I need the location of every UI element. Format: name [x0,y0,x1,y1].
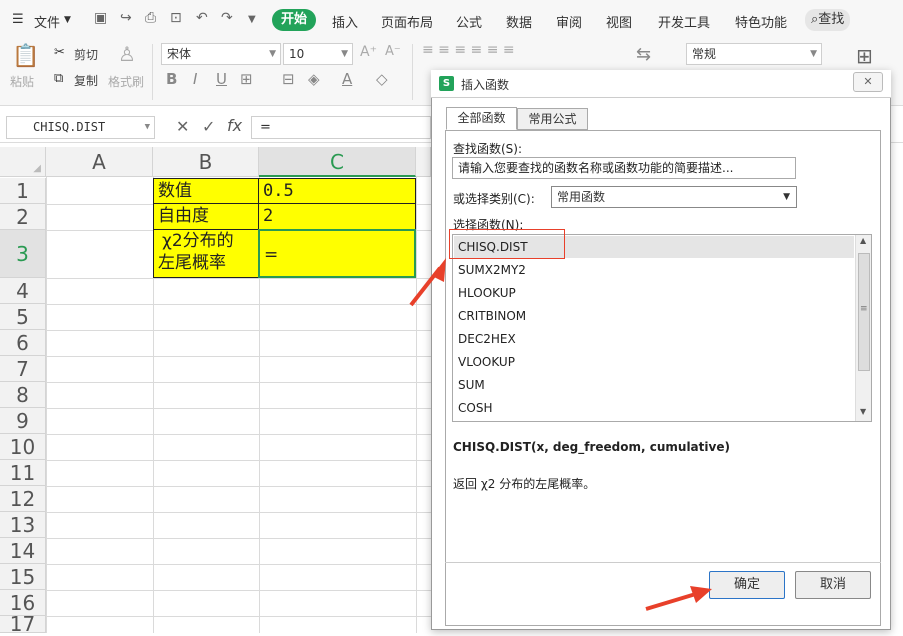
arrow-head [690,586,712,603]
annotation-arrows [409,258,712,611]
tab-all-functions[interactable]: 全部函数 [446,107,517,130]
arrow-to-ok-button [645,591,700,611]
